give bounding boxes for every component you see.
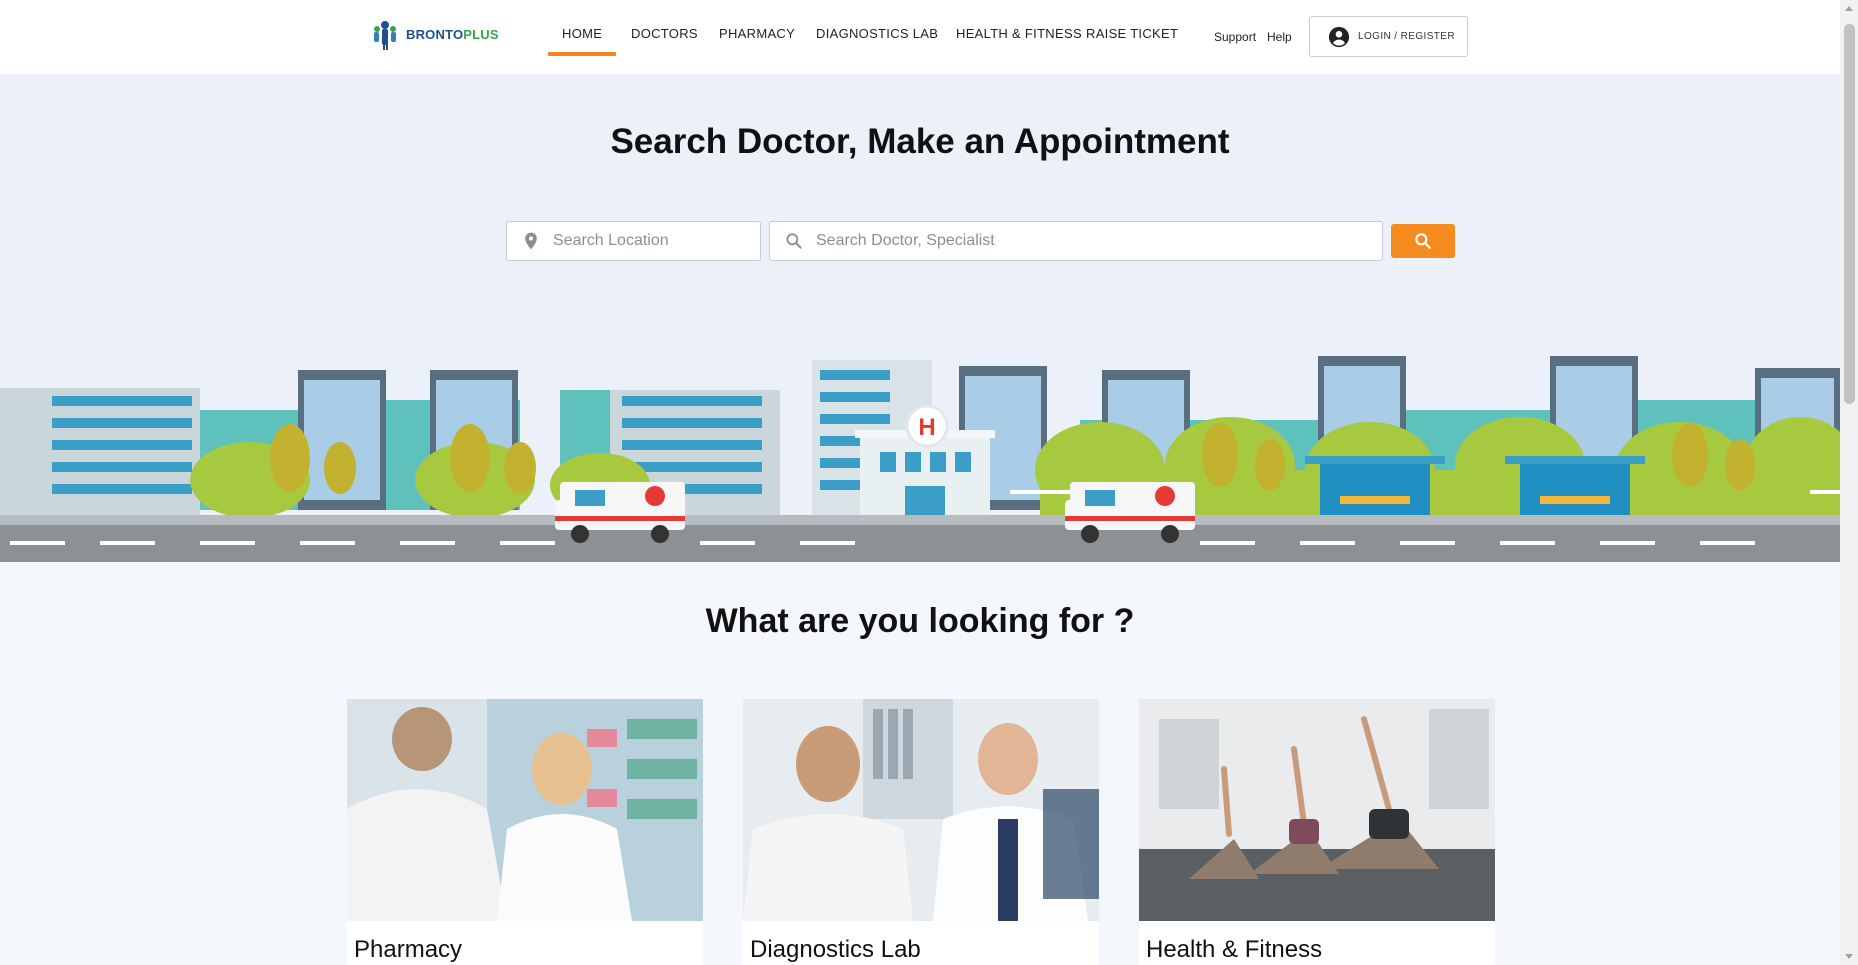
city-hospital-illustration: H	[0, 356, 1840, 562]
section-title: What are you looking for ?	[705, 602, 1135, 640]
diagnostics-lab-card-label: Diagnostics Lab	[750, 936, 921, 963]
page-scrollbar[interactable]	[1840, 0, 1858, 965]
doctor-search-input[interactable]	[814, 231, 1308, 251]
scrollbar-thumb[interactable]	[1844, 24, 1855, 404]
brand-logo[interactable]: BRONTOPLUS	[370, 18, 499, 50]
nav-doctors[interactable]: DOCTORS	[631, 26, 698, 41]
search-button[interactable]	[1391, 224, 1455, 258]
nav-raise-ticket[interactable]: RAISE TICKET	[1086, 26, 1178, 41]
pharmacy-photo	[347, 699, 703, 921]
health-fitness-card[interactable]: Health & Fitness	[1139, 699, 1495, 965]
health-fitness-card-label: Health & Fitness	[1146, 936, 1323, 963]
nav-health-fitness[interactable]: HEALTH & FITNESS	[956, 26, 1082, 41]
scroll-down-arrow-icon[interactable]	[1845, 954, 1853, 959]
search-icon	[786, 233, 802, 249]
nav-pharmacy[interactable]: PHARMACY	[719, 26, 795, 41]
hero-section: Search Doctor, Make an Appointment Searc…	[0, 74, 1840, 562]
doctor-search-box[interactable]	[769, 221, 1383, 261]
location-search-box[interactable]	[506, 221, 761, 261]
pharmacy-card-label: Pharmacy	[354, 936, 463, 963]
hero-title: Search Doctor, Make an Appointment	[610, 122, 1230, 161]
diagnostics-lab-card[interactable]: Diagnostics Lab	[743, 699, 1099, 965]
search-icon	[1415, 233, 1431, 249]
nav-home[interactable]: HOME	[547, 26, 617, 56]
scroll-up-arrow-icon[interactable]	[1845, 6, 1853, 11]
location-pin-icon	[525, 232, 537, 250]
login-register-button[interactable]: LOGIN / REGISTER	[1309, 16, 1468, 57]
top-header: BRONTOPLUS HOME DOCTORS PHARMACY DIAGNOS…	[0, 0, 1840, 74]
brand-name: BRONTOPLUS	[406, 26, 499, 42]
location-search-input[interactable]	[551, 231, 758, 251]
login-register-label: LOGIN / REGISTER	[1358, 31, 1455, 42]
account-circle-icon	[1328, 26, 1350, 47]
pharmacy-card[interactable]: Pharmacy	[347, 699, 703, 965]
hospital-sign-letter: H	[918, 414, 935, 441]
diagnostics-lab-photo	[743, 699, 1099, 921]
help-link[interactable]: Help	[1267, 30, 1292, 44]
nav-diagnostics-lab[interactable]: DIAGNOSTICS LAB	[816, 26, 938, 41]
support-link[interactable]: Support	[1214, 30, 1256, 44]
health-fitness-photo	[1139, 699, 1495, 921]
brontoplus-logo-icon	[374, 21, 396, 50]
